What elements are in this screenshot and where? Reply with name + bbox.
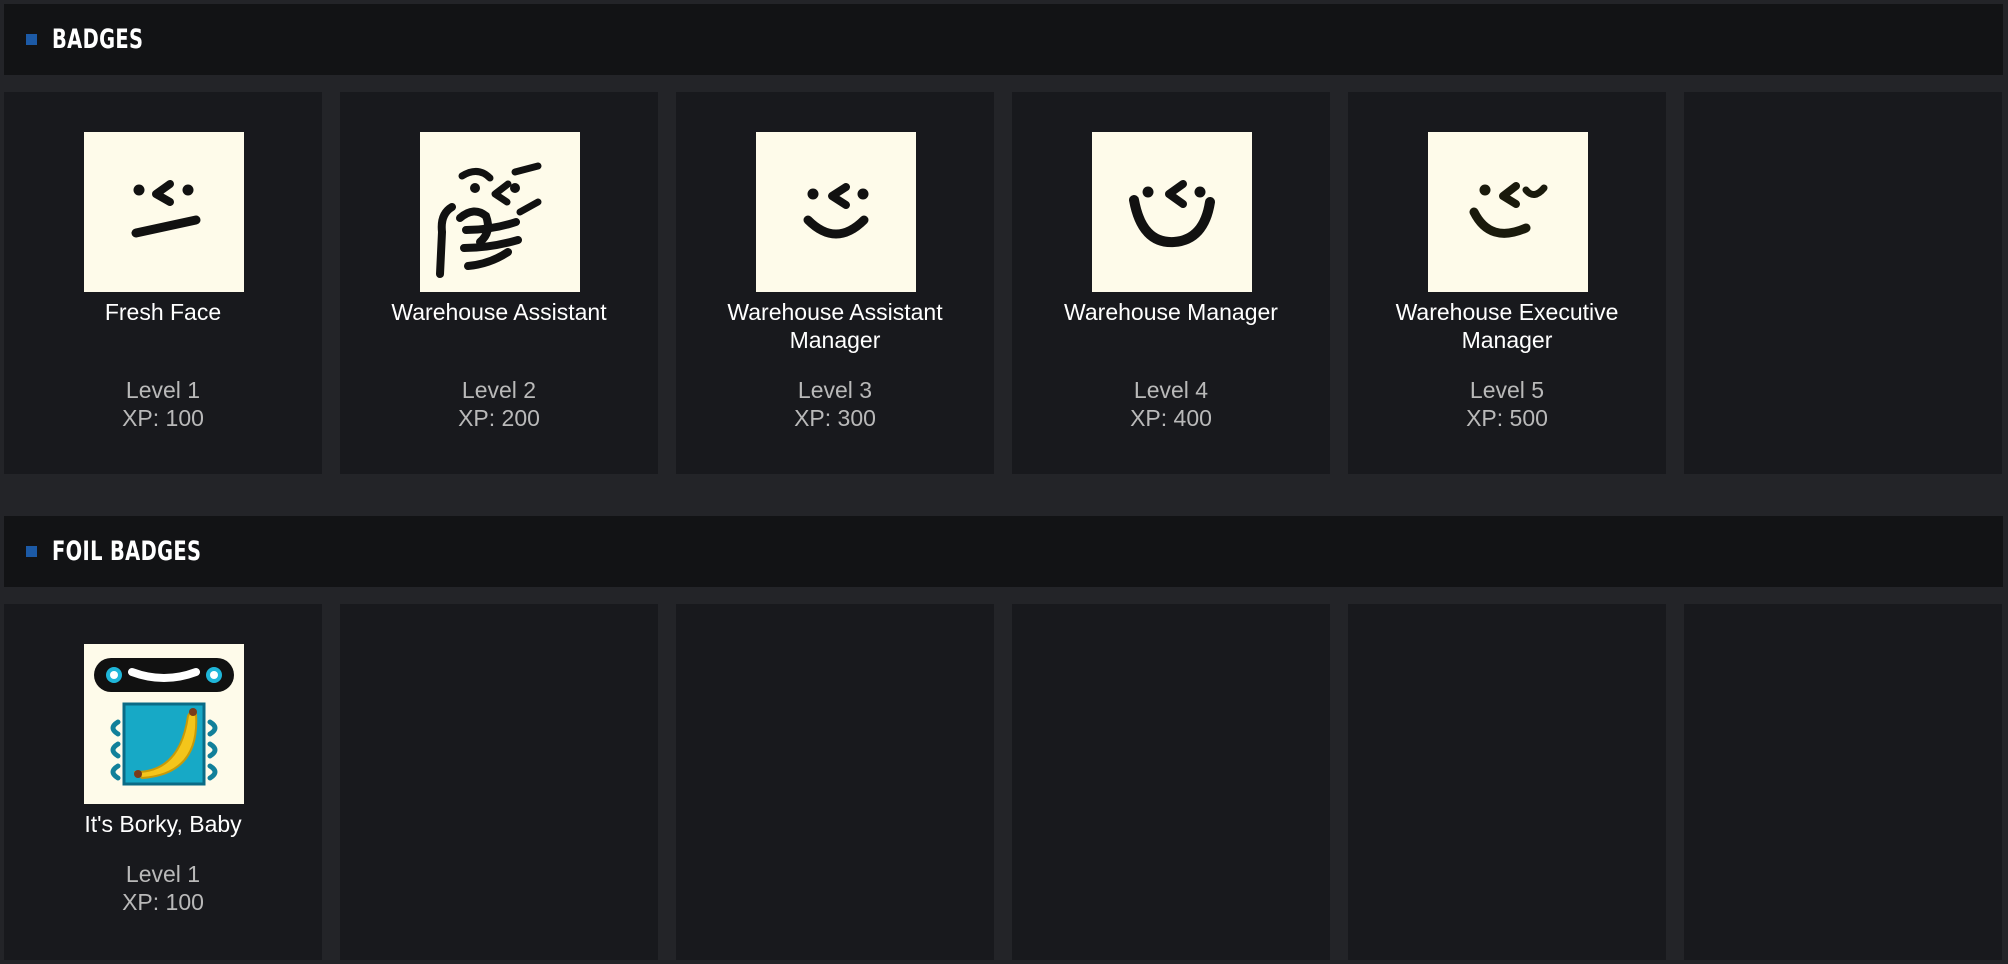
badge-level: Level 5 (1469, 377, 1545, 403)
section-marker (26, 546, 37, 557)
badge-level: Level 4 (1133, 377, 1209, 403)
badge-xp: XP: 200 (458, 405, 540, 431)
badge-level: Level 2 (461, 377, 537, 403)
badge-xp: XP: 400 (1130, 405, 1212, 431)
badge-xp: XP: 100 (122, 889, 204, 915)
badge-level: Level 1 (125, 861, 201, 887)
badge-card[interactable]: Fresh Face Level 1 XP: 100 (4, 92, 322, 474)
smile-face-icon (756, 132, 916, 292)
empty-badge-slot (340, 604, 658, 960)
badge-level: Level 1 (125, 377, 201, 403)
badge-xp: XP: 300 (794, 405, 876, 431)
badge-card[interactable]: Warehouse Manager Level 4 XP: 400 (1012, 92, 1330, 474)
empty-badge-slot (1348, 604, 1666, 960)
empty-badge-slot (676, 604, 994, 960)
badge-card[interactable]: Warehouse Assistant Level 2 XP: 200 (340, 92, 658, 474)
badge-xp: XP: 100 (122, 405, 204, 431)
foil-section-title: FOIL BADGES (52, 536, 202, 567)
badge-name: Warehouse Manager (1064, 299, 1278, 325)
badges-section-title: BADGES (52, 24, 144, 55)
banana-robot-icon (84, 644, 244, 804)
badge-card[interactable]: It's Borky, Baby Level 1 XP: 100 (4, 604, 322, 960)
badge-name: Warehouse Executive Manager (1395, 299, 1619, 353)
badge-xp: XP: 500 (1466, 405, 1548, 431)
smirk-face-icon (84, 132, 244, 292)
badge-name: Warehouse Assistant Manager (727, 299, 943, 353)
smug-face-with-hand-icon (420, 132, 580, 292)
big-smile-face-icon (1092, 132, 1252, 292)
empty-badge-slot (1684, 92, 2002, 474)
empty-badge-slot (1684, 604, 2002, 960)
badges-section-header: BADGES (4, 4, 2003, 75)
badge-card[interactable]: Warehouse Executive Manager Level 5 XP: … (1348, 92, 1666, 474)
badge-name: Warehouse Assistant (391, 299, 607, 325)
section-marker (26, 34, 37, 45)
empty-badge-slot (1012, 604, 1330, 960)
badge-name: Fresh Face (104, 299, 222, 325)
badge-level: Level 3 (797, 377, 873, 403)
badge-card[interactable]: Warehouse Assistant Manager Level 3 XP: … (676, 92, 994, 474)
wink-smile-face-icon (1428, 132, 1588, 292)
badge-name: It's Borky, Baby (84, 811, 242, 837)
foil-section-header: FOIL BADGES (4, 516, 2003, 587)
